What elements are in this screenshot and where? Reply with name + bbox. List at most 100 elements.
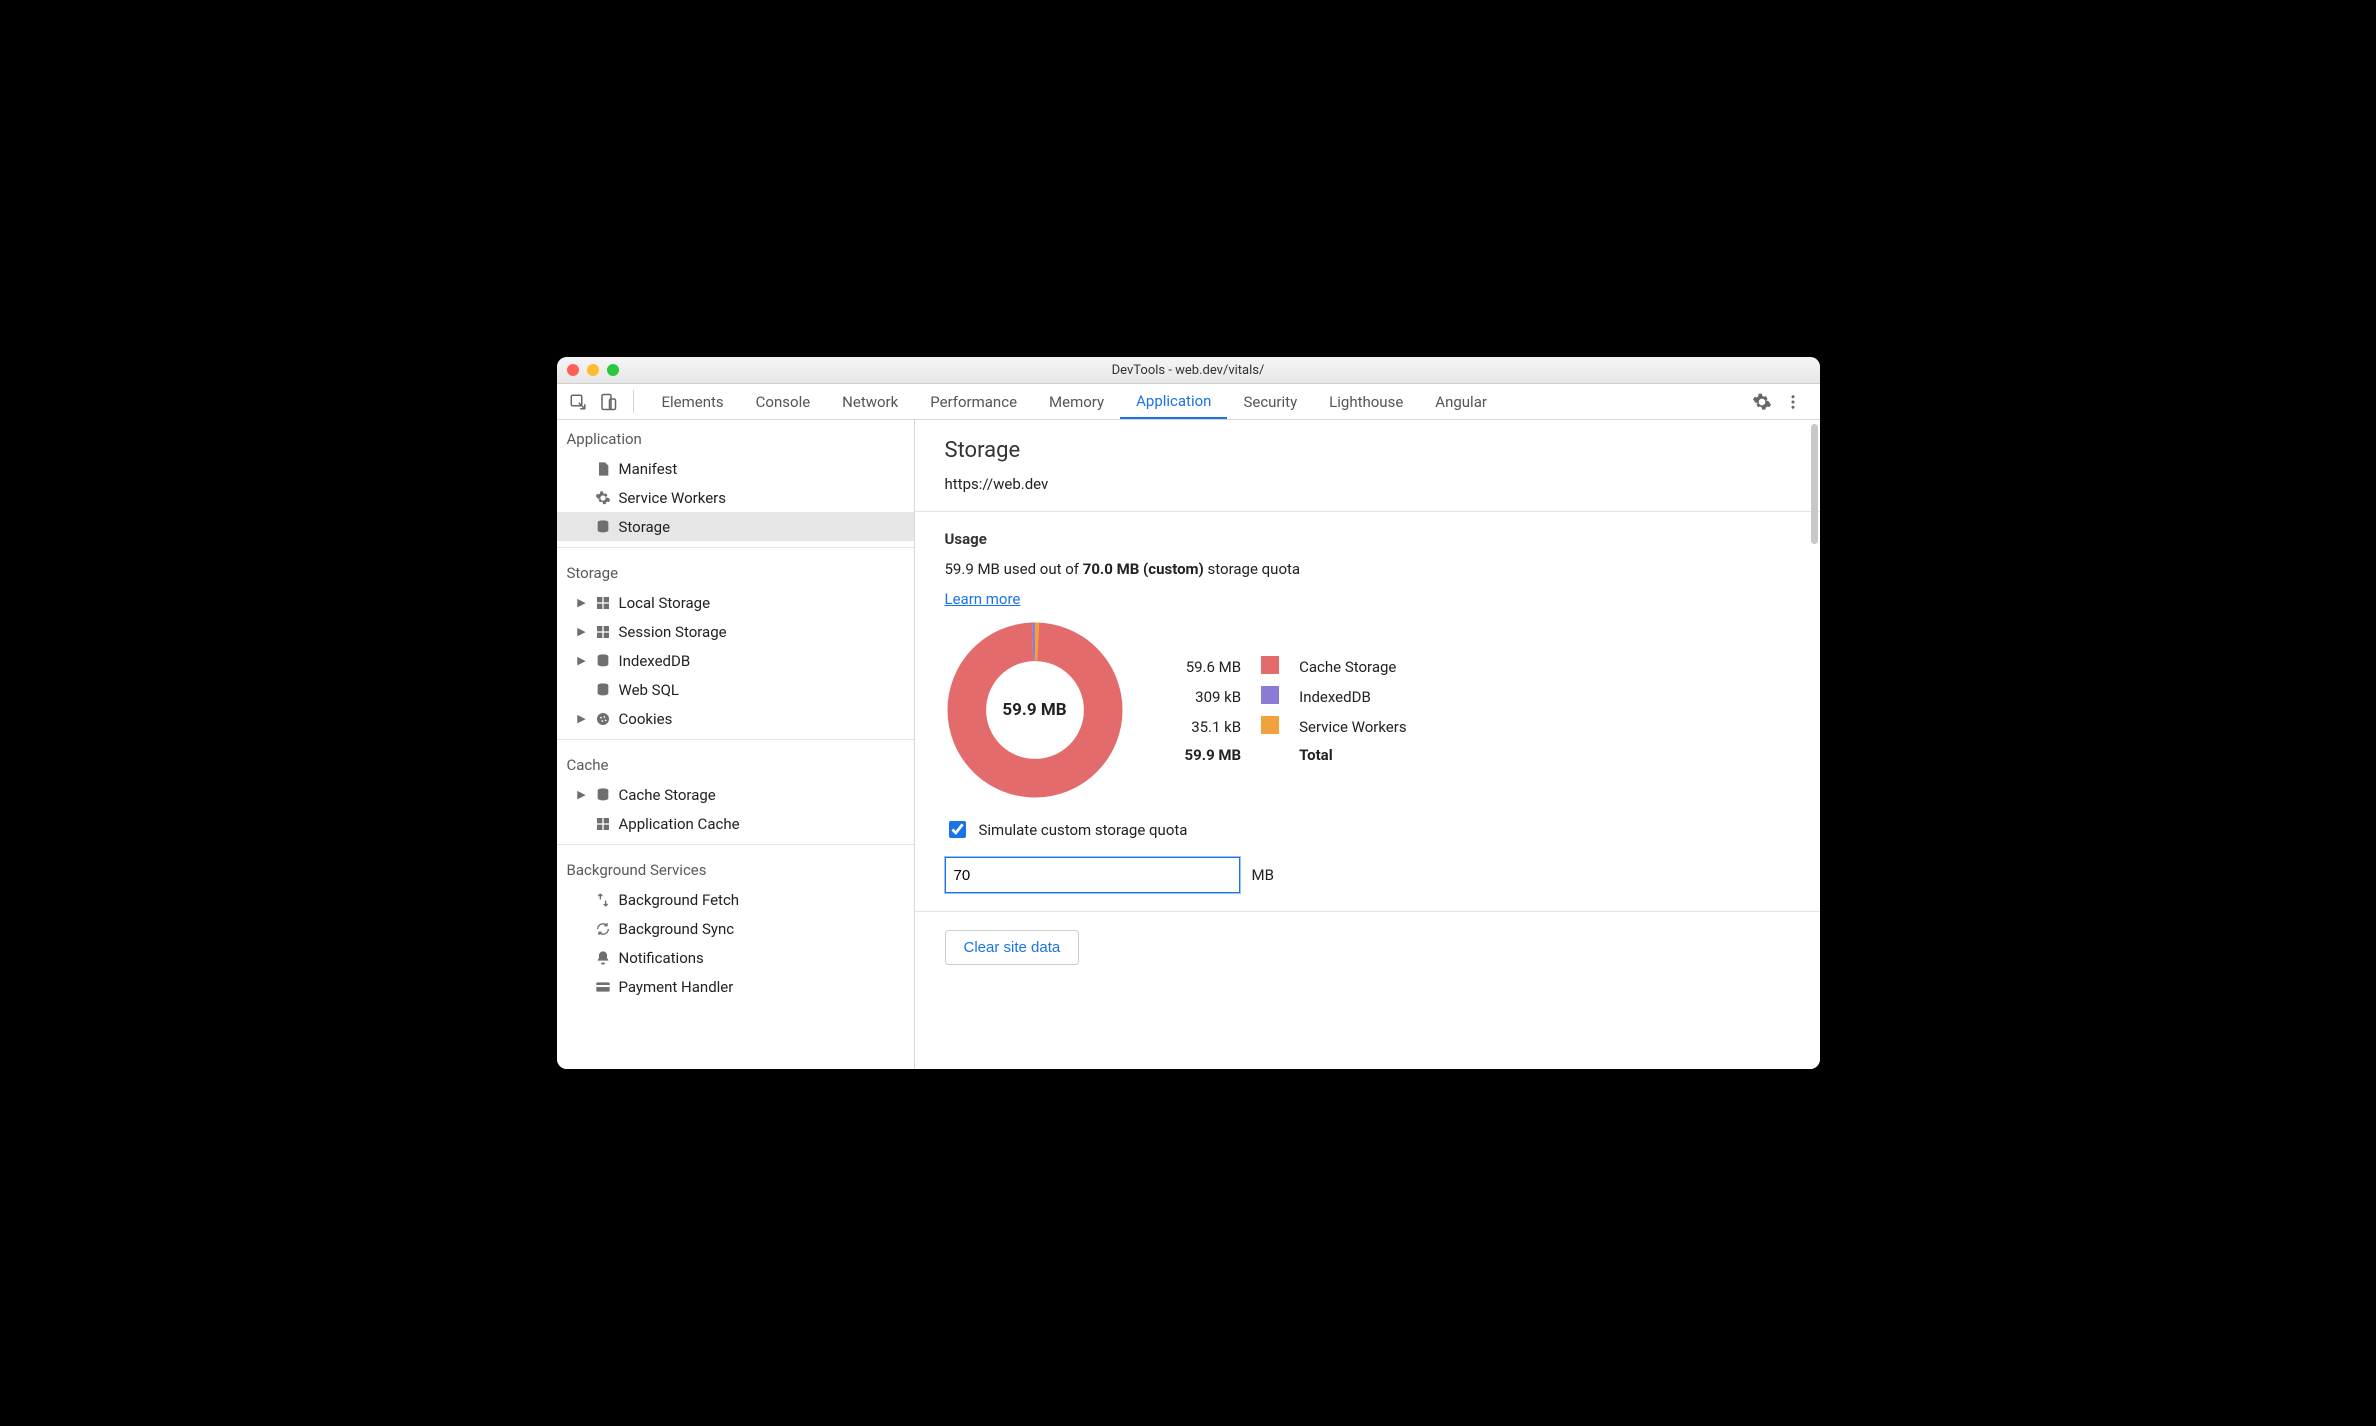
tab-lighthouse[interactable]: Lighthouse — [1313, 384, 1419, 419]
usage-heading: Usage — [945, 530, 1820, 548]
legend-total-row: 59.9 MBTotal — [1175, 742, 1417, 768]
sidebar-item-cache-storage[interactable]: ▶ Cache Storage — [557, 780, 914, 809]
sidebar-item-background-sync[interactable]: ▶Background Sync — [557, 914, 914, 943]
database-icon — [594, 682, 612, 698]
device-toolbar-icon[interactable] — [595, 389, 621, 415]
sidebar-item-service-workers[interactable]: ▶Service Workers — [557, 483, 914, 512]
legend-row-cache-storage: 59.6 MB Cache Storage — [1175, 652, 1417, 682]
tab-security[interactable]: Security — [1227, 384, 1313, 419]
window-title: DevTools - web.dev/vitals/ — [557, 363, 1820, 378]
sidebar-item-label: Web SQL — [619, 681, 679, 699]
sidebar-item-web-sql[interactable]: ▶Web SQL — [557, 675, 914, 704]
clear-site-data-button[interactable]: Clear site data — [945, 930, 1080, 965]
tab-performance[interactable]: Performance — [914, 384, 1033, 419]
custom-quota-input[interactable] — [945, 857, 1240, 893]
expand-caret-icon[interactable]: ▶ — [577, 625, 587, 638]
sidebar-item-label: IndexedDB — [619, 652, 691, 670]
application-sidebar[interactable]: Application▶Manifest▶Service Workers▶Sto… — [557, 420, 915, 1069]
tab-application[interactable]: Application — [1120, 384, 1227, 419]
sidebar-item-local-storage[interactable]: ▶ Local Storage — [557, 588, 914, 617]
sidebar-item-label: Storage — [619, 518, 671, 536]
sidebar-group-application: Application — [557, 420, 914, 454]
sidebar-item-session-storage[interactable]: ▶ Session Storage — [557, 617, 914, 646]
sidebar-group-cache: Cache — [557, 746, 914, 780]
sidebar-item-storage[interactable]: ▶Storage — [557, 512, 914, 541]
panel-body: Application▶Manifest▶Service Workers▶Sto… — [557, 420, 1820, 1069]
gear-icon — [594, 490, 612, 506]
sidebar-item-label: Local Storage — [619, 594, 711, 612]
sidebar-item-payment-handler[interactable]: ▶Payment Handler — [557, 972, 914, 1001]
storage-panel: Storage https://web.dev Usage 59.9 MB us… — [915, 420, 1820, 1069]
sidebar-item-label: Application Cache — [619, 815, 740, 833]
tab-elements[interactable]: Elements — [646, 384, 740, 419]
custom-quota-unit: MB — [1252, 866, 1274, 884]
legend-size: 35.1 kB — [1175, 712, 1252, 742]
sidebar-item-label: Service Workers — [619, 489, 726, 507]
learn-more-link[interactable]: Learn more — [945, 590, 1021, 608]
legend-label: IndexedDB — [1289, 682, 1416, 712]
sidebar-item-indexeddb[interactable]: ▶ IndexedDB — [557, 646, 914, 675]
legend-label: Cache Storage — [1289, 652, 1416, 682]
sidebar-item-label: Background Fetch — [619, 891, 740, 909]
usage-prefix: 59.9 MB used out of — [945, 560, 1083, 578]
sidebar-item-manifest[interactable]: ▶Manifest — [557, 454, 914, 483]
usage-section: Usage 59.9 MB used out of 70.0 MB (custo… — [915, 512, 1820, 912]
tab-console[interactable]: Console — [740, 384, 827, 419]
sidebar-item-background-fetch[interactable]: ▶Background Fetch — [557, 885, 914, 914]
legend-swatch — [1251, 712, 1289, 742]
expand-caret-icon[interactable]: ▶ — [577, 654, 587, 667]
usage-donut-chart: 59.9 MB — [945, 620, 1125, 800]
sidebar-group-background-services: Background Services — [557, 851, 914, 885]
sidebar-item-label: Notifications — [619, 949, 704, 967]
settings-icon[interactable] — [1752, 392, 1780, 412]
grid-icon — [594, 624, 612, 640]
storage-origin: https://web.dev — [945, 475, 1820, 493]
expand-caret-icon[interactable]: ▶ — [577, 712, 587, 725]
expand-caret-icon[interactable]: ▶ — [577, 596, 587, 609]
legend-label: Service Workers — [1289, 712, 1416, 742]
usage-legend: 59.6 MBCache Storage309 kBIndexedDB35.1 … — [1175, 652, 1417, 768]
legend-swatch — [1251, 652, 1289, 682]
sidebar-item-notifications[interactable]: ▶Notifications — [557, 943, 914, 972]
grid-icon — [594, 595, 612, 611]
legend-size: 309 kB — [1175, 682, 1252, 712]
storage-header-section: Storage https://web.dev — [915, 420, 1820, 512]
expand-caret-icon[interactable]: ▶ — [577, 788, 587, 801]
sidebar-item-application-cache[interactable]: ▶Application Cache — [557, 809, 914, 838]
sidebar-item-label: Manifest — [619, 460, 678, 478]
devtools-window: DevTools - web.dev/vitals/ ElementsConso… — [557, 357, 1820, 1069]
sidebar-item-label: Session Storage — [619, 623, 727, 641]
database-icon — [594, 787, 612, 803]
bell-icon — [594, 950, 612, 966]
donut-center-label: 59.9 MB — [945, 620, 1125, 800]
inspect-element-icon[interactable] — [565, 389, 591, 415]
database-icon — [594, 653, 612, 669]
fetch-icon — [594, 892, 612, 908]
sidebar-item-label: Cookies — [619, 710, 673, 728]
grid-icon — [594, 816, 612, 832]
tab-network[interactable]: Network — [826, 384, 914, 419]
sidebar-group-storage: Storage — [557, 554, 914, 588]
legend-size: 59.6 MB — [1175, 652, 1252, 682]
tab-angular[interactable]: Angular — [1419, 384, 1503, 419]
sidebar-item-label: Cache Storage — [619, 786, 716, 804]
more-menu-icon[interactable] — [1784, 393, 1812, 411]
page-title: Storage — [945, 438, 1820, 463]
legend-row-service-workers: 35.1 kB Service Workers — [1175, 712, 1417, 742]
sidebar-item-label: Background Sync — [619, 920, 735, 938]
simulate-quota-label[interactable]: Simulate custom storage quota — [979, 821, 1188, 839]
clear-section: Clear site data — [915, 912, 1820, 983]
cookie-icon — [594, 711, 612, 727]
sidebar-item-cookies[interactable]: ▶ Cookies — [557, 704, 914, 733]
legend-row-indexeddb: 309 kB IndexedDB — [1175, 682, 1417, 712]
panel-tabs: ElementsConsoleNetworkPerformanceMemoryA… — [557, 384, 1820, 420]
sync-icon — [594, 921, 612, 937]
tab-memory[interactable]: Memory — [1033, 384, 1120, 419]
usage-suffix: storage quota — [1204, 560, 1300, 578]
file-icon — [594, 461, 612, 477]
titlebar: DevTools - web.dev/vitals/ — [557, 357, 1820, 384]
simulate-quota-checkbox[interactable] — [949, 821, 966, 838]
usage-summary: 59.9 MB used out of 70.0 MB (custom) sto… — [945, 560, 1820, 578]
legend-swatch — [1251, 682, 1289, 712]
sidebar-item-label: Payment Handler — [619, 978, 734, 996]
